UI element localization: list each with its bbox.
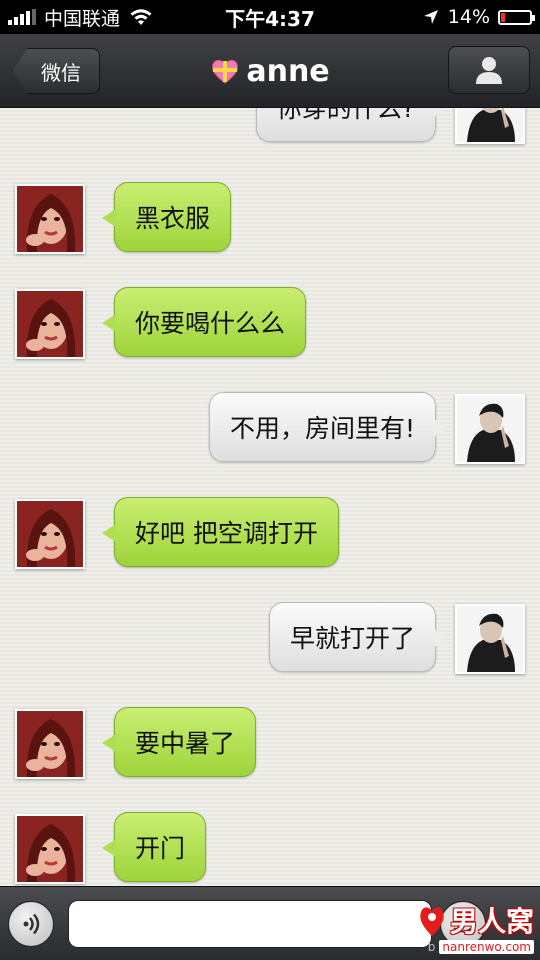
message-input[interactable] <box>68 900 432 948</box>
avatar-anne-icon[interactable] <box>15 499 85 569</box>
watermark-url-row: b nanrenwo.com <box>428 940 534 954</box>
received-message-bubble[interactable]: 黑衣服 <box>101 182 232 252</box>
received-message-bubble[interactable]: 好吧 把空调打开 <box>102 497 339 567</box>
status-bar: 中国联通 下午4:37 14% <box>0 0 540 34</box>
profile-button[interactable] <box>448 46 530 94</box>
status-right: 14% <box>422 6 535 28</box>
watermark-url: nanrenwo.com <box>439 940 534 954</box>
location-arrow-icon <box>423 10 438 24</box>
message-row: 要中暑了 <box>0 703 540 783</box>
battery-icon <box>498 9 535 25</box>
received-message-bubble[interactable]: 开门 <box>101 812 207 882</box>
chat-area[interactable]: 你穿的什么? 黑衣服你要喝什么么不用，房间里有! 好吧 把空调打开早就打开了 要中暑了… <box>0 108 540 886</box>
sent-message-bubble[interactable]: 你穿的什么? <box>255 108 449 142</box>
avatar-man-icon[interactable] <box>455 108 525 144</box>
sent-message-bubble[interactable]: 不用，房间里有! <box>208 392 449 462</box>
watermark-row: 男人窝 <box>418 900 534 940</box>
avatar-man-icon[interactable] <box>455 604 525 674</box>
message-row: 好吧 把空调打开 <box>0 493 540 573</box>
message-row: 黑衣服 <box>0 178 540 258</box>
avatar-anne-icon[interactable] <box>15 709 85 779</box>
received-message-bubble[interactable]: 要中暑了 <box>101 707 257 777</box>
message-row: 你要喝什么么 <box>0 283 540 363</box>
sent-message-bubble[interactable]: 早就打开了 <box>268 602 449 672</box>
logo-icon <box>420 907 444 936</box>
watermark: 男人窝 b nanrenwo.com <box>384 900 534 958</box>
heart-gift-icon <box>212 59 239 84</box>
message-row: 早就打开了 <box>0 598 540 678</box>
nav-bar: 微信 anne <box>0 34 540 108</box>
status-left: 中国联通 <box>8 4 154 31</box>
avatar-anne-icon[interactable] <box>15 184 85 254</box>
chat-title: anne <box>246 53 330 89</box>
carrier-label: 中国联通 <box>44 7 121 30</box>
message-row: 你穿的什么? <box>0 108 540 148</box>
watermark-prefix: b <box>427 940 436 954</box>
voice-icon <box>23 913 40 935</box>
received-message-bubble[interactable]: 你要喝什么么 <box>101 287 307 357</box>
battery-percent: 14% <box>447 6 490 28</box>
message-row: 开门 <box>0 808 540 886</box>
wifi-icon <box>130 9 152 25</box>
avatar-anne-icon[interactable] <box>15 289 85 359</box>
message-row: 不用，房间里有! <box>0 388 540 468</box>
signal-icon <box>8 9 36 25</box>
watermark-title: 男人窝 <box>449 905 534 938</box>
avatar-man-icon[interactable] <box>455 394 525 464</box>
voice-button[interactable] <box>8 901 54 947</box>
avatar-anne-icon[interactable] <box>15 814 85 884</box>
person-icon <box>476 57 502 84</box>
